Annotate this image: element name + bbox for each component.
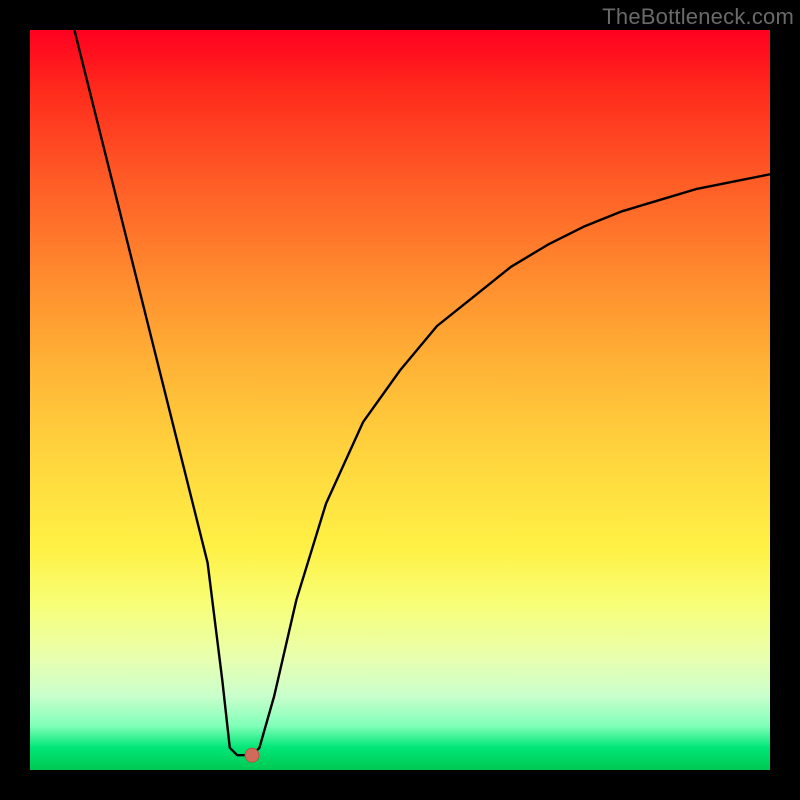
bottleneck-curve [74,30,770,755]
chart-frame: TheBottleneck.com [0,0,800,800]
target-marker [245,748,259,762]
watermark-text: TheBottleneck.com [602,4,794,30]
chart-plot-area [30,30,770,770]
chart-svg [30,30,770,770]
